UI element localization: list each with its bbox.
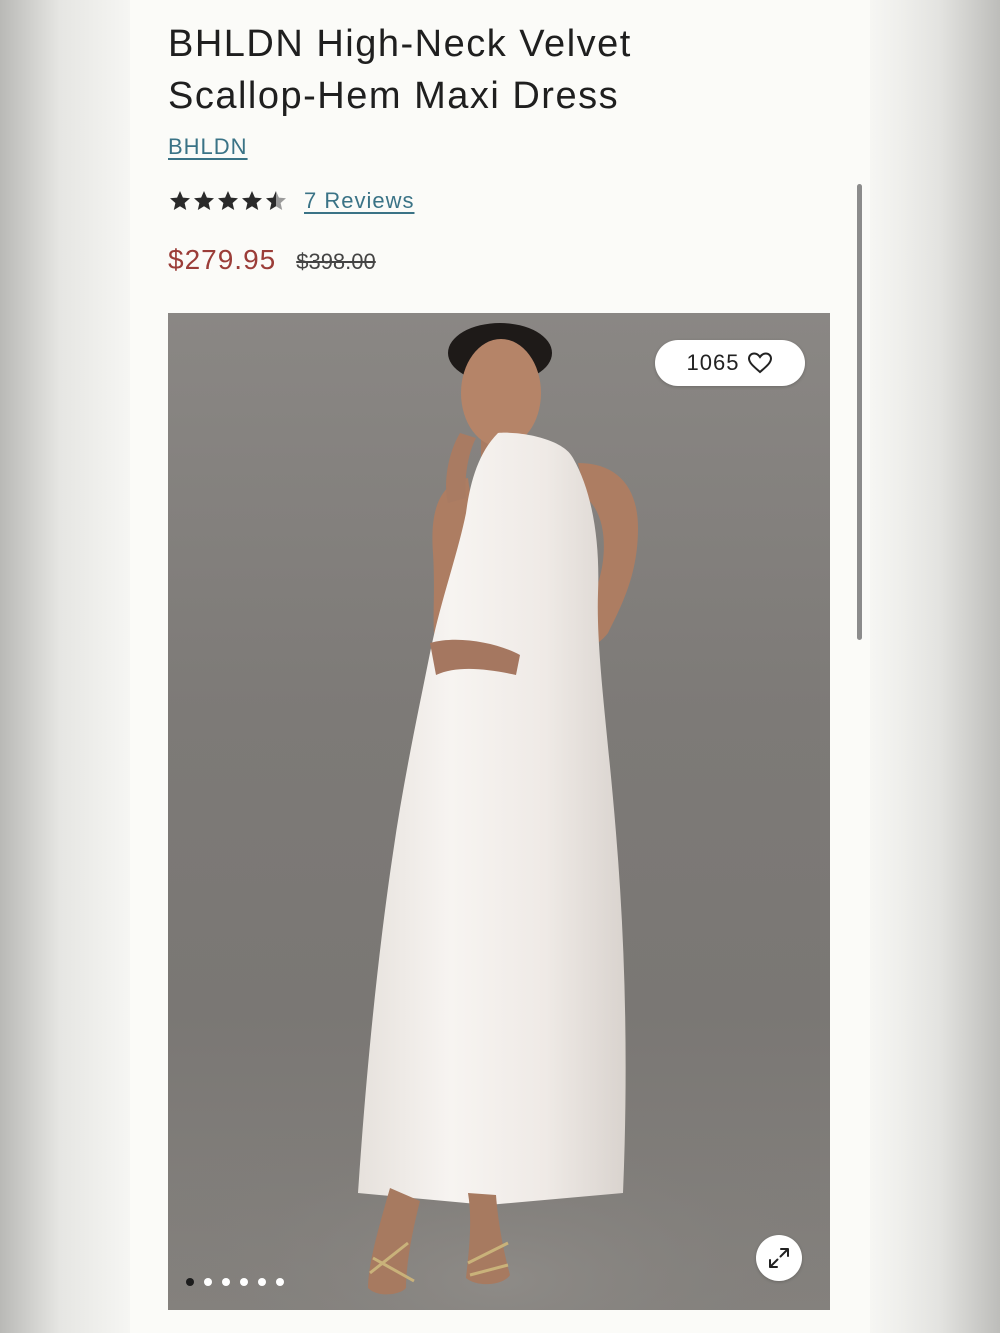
scrollbar[interactable] (857, 184, 862, 640)
expand-icon (769, 1248, 789, 1268)
star-icon (266, 191, 286, 210)
likes-button[interactable]: 1065 (655, 340, 805, 386)
carousel-dot[interactable] (240, 1278, 248, 1286)
brand-link[interactable]: BHLDN (168, 134, 248, 160)
expand-button[interactable] (756, 1235, 802, 1281)
carousel-dot[interactable] (258, 1278, 266, 1286)
carousel-dot[interactable] (204, 1278, 212, 1286)
reviews-link[interactable]: 7 Reviews (304, 188, 414, 214)
carousel-dots (186, 1278, 284, 1286)
star-icon (170, 191, 190, 210)
likes-count: 1065 (686, 350, 740, 375)
star-icon (194, 191, 214, 210)
star-icon (242, 191, 262, 210)
product-title: BHLDN High-Neck Velvet Scallop-Hem Maxi … (168, 23, 632, 117)
rating-row: 7 Reviews (168, 186, 414, 216)
carousel-dot[interactable] (222, 1278, 230, 1286)
product-image[interactable]: 1065 (168, 313, 830, 1310)
product-page: BHLDN High-Neck Velvet Scallop-Hem Maxi … (130, 0, 870, 1333)
star-rating[interactable] (168, 189, 288, 213)
carousel-dot[interactable] (276, 1278, 284, 1286)
model-illustration (168, 323, 830, 1310)
carousel-dot[interactable] (186, 1278, 194, 1286)
original-price: $398.00 (296, 249, 376, 274)
heart-icon (748, 352, 773, 374)
price-row: $279.95 $398.00 (168, 244, 376, 276)
sale-price: $279.95 (168, 244, 277, 275)
star-icon (218, 191, 238, 210)
